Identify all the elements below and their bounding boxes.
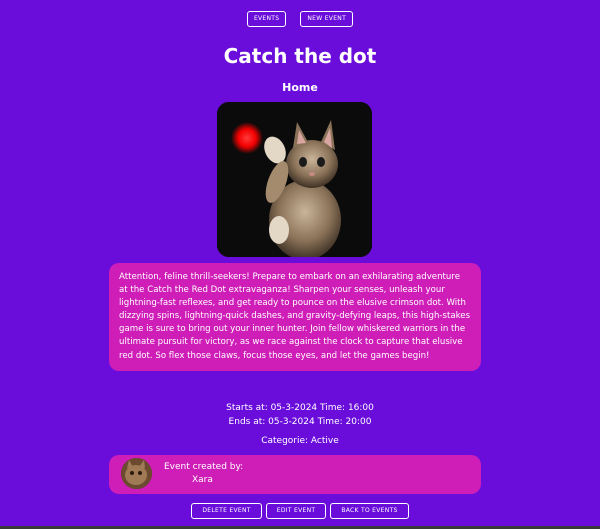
top-nav: EVENTS NEW EVENT bbox=[0, 11, 600, 27]
delete-event-button[interactable]: DELETE EVENT bbox=[191, 503, 262, 519]
edit-event-button[interactable]: EDIT EVENT bbox=[265, 503, 327, 519]
event-actions: DELETE EVENT EDIT EVENT BACK TO EVENTS bbox=[0, 503, 600, 519]
new-event-button[interactable]: NEW EVENT bbox=[300, 11, 354, 27]
event-location: Home bbox=[282, 81, 318, 94]
events-button[interactable]: EVENTS bbox=[246, 11, 287, 27]
page-title: Catch the dot bbox=[223, 44, 377, 68]
creator-name: Xara bbox=[192, 475, 213, 485]
creator-card: Event created by: Xara bbox=[109, 455, 481, 494]
creator-label: Event created by: bbox=[164, 462, 244, 472]
end-time: Ends at: 05-3-2024 Time: 20:00 bbox=[228, 417, 372, 427]
event-image bbox=[217, 102, 372, 257]
avatar bbox=[121, 458, 152, 489]
event-category: Categorie: Active bbox=[261, 436, 339, 446]
event-description: Attention, feline thrill-seekers! Prepar… bbox=[109, 263, 481, 371]
back-to-events-button[interactable]: BACK TO EVENTS bbox=[330, 503, 409, 519]
cat-photo bbox=[217, 102, 372, 257]
event-times: Starts at: 05-3-2024 Time: 16:00 Ends at… bbox=[0, 401, 600, 429]
start-time: Starts at: 05-3-2024 Time: 16:00 bbox=[226, 403, 374, 413]
